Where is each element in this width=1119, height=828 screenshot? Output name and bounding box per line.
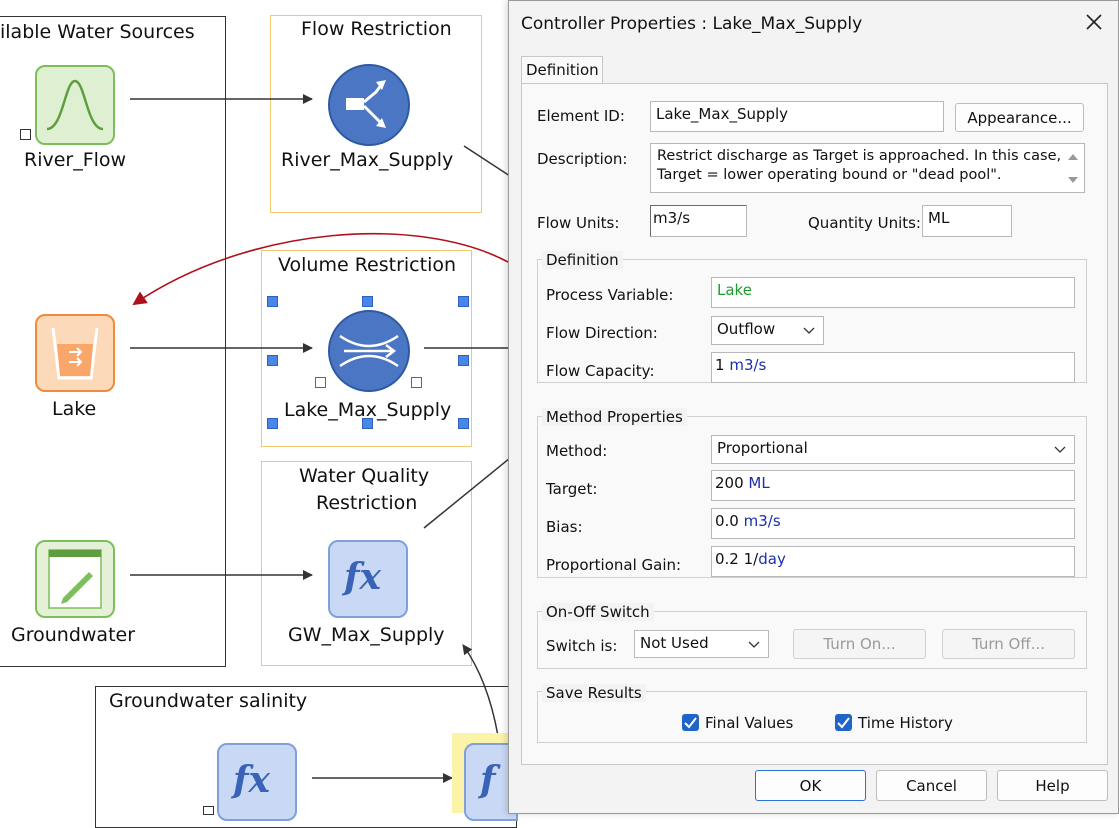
target-label: Target: xyxy=(546,480,598,498)
lake-icon[interactable] xyxy=(35,314,115,392)
target-unit: ML xyxy=(748,474,770,492)
flow-direction-select[interactable]: Outflow xyxy=(711,316,824,345)
groundwater-label: Groundwater xyxy=(11,624,136,646)
final-values-label: Final Values xyxy=(705,714,794,732)
selection-handle[interactable] xyxy=(267,418,278,429)
selection-handle[interactable] xyxy=(458,418,469,429)
flow-constrict-icon xyxy=(339,334,399,368)
selection-handle[interactable] xyxy=(315,377,326,388)
final-values-checkbox[interactable] xyxy=(682,714,699,731)
flow-units-label: Flow Units: xyxy=(537,214,620,232)
selection-handle[interactable] xyxy=(267,296,278,307)
salinity-function-icon[interactable]: fx xyxy=(217,743,297,821)
checkmark-icon xyxy=(837,717,850,729)
flow-capacity-label: Flow Capacity: xyxy=(546,362,655,380)
feedback-arrow-to-lake xyxy=(132,232,509,306)
river-max-supply-label: River_Max_Supply xyxy=(281,149,454,171)
description-label: Description: xyxy=(537,150,628,168)
flow-capacity-number: 1 xyxy=(715,356,725,374)
time-history-checkbox[interactable] xyxy=(835,714,852,731)
switch-is-label: Switch is: xyxy=(546,637,618,655)
flow-units-field[interactable]: m3/s xyxy=(650,205,747,237)
cancel-button[interactable]: Cancel xyxy=(876,770,987,801)
description-line-1: Restrict discharge as Target is approach… xyxy=(657,148,1062,164)
method-properties-title: Method Properties xyxy=(542,408,687,426)
gain-unit: day xyxy=(758,550,786,568)
fx-icon: f xyxy=(480,759,496,801)
bias-number: 0.0 xyxy=(715,512,739,530)
tab-definition-label: Definition xyxy=(526,61,599,79)
expand-marker-icon[interactable] xyxy=(20,129,31,140)
definition-group-title: Definition xyxy=(542,251,623,269)
arrow-gw-max-out xyxy=(423,457,511,529)
process-variable-field[interactable]: Lake xyxy=(711,277,1075,308)
proportional-gain-field[interactable]: 0.2 1/day xyxy=(711,546,1075,577)
method-select[interactable]: Proportional xyxy=(711,435,1075,464)
proportional-gain-label: Proportional Gain: xyxy=(546,556,682,574)
selection-handle[interactable] xyxy=(458,355,469,366)
ok-button[interactable]: OK xyxy=(755,770,866,801)
controller-properties-dialog[interactable]: Controller Properties : Lake_Max_Supply … xyxy=(508,0,1119,814)
on-off-switch-title: On-Off Switch xyxy=(542,603,654,621)
gw-max-supply-label: GW_Max_Supply xyxy=(288,624,445,646)
selection-handle[interactable] xyxy=(267,355,278,366)
switch-value: Not Used xyxy=(640,634,709,652)
scroll-arrows-icon[interactable] xyxy=(1062,144,1084,192)
dialog-title: Controller Properties : Lake_Max_Supply xyxy=(521,14,863,34)
time-history-label: Time History xyxy=(858,714,953,732)
quantity-units-field[interactable]: ML xyxy=(922,205,1012,237)
close-icon[interactable] xyxy=(1082,10,1106,34)
lake-max-supply-label: Lake_Max_Supply xyxy=(284,399,452,421)
description-line-2: Target = lower operating bound or "dead … xyxy=(657,167,1002,183)
chevron-down-icon xyxy=(748,641,760,648)
lake-label: Lake xyxy=(52,398,97,420)
save-results-title: Save Results xyxy=(542,684,646,702)
flow-direction-label: Flow Direction: xyxy=(546,324,658,342)
lake-max-supply-controller-icon[interactable] xyxy=(328,310,410,392)
chevron-down-icon xyxy=(1054,446,1066,453)
beaker-icon xyxy=(51,327,99,380)
selection-handle[interactable] xyxy=(362,296,373,307)
quantity-units-label: Quantity Units: xyxy=(808,214,921,232)
flow-capacity-field[interactable]: 1 m3/s xyxy=(711,352,1075,383)
method-value: Proportional xyxy=(717,439,808,457)
turn-off-button[interactable]: Turn Off... xyxy=(942,629,1075,659)
selection-handle[interactable] xyxy=(458,296,469,307)
bias-field[interactable]: 0.0 m3/s xyxy=(711,508,1075,539)
help-button[interactable]: Help xyxy=(997,770,1108,801)
chevron-down-icon xyxy=(803,327,815,334)
bias-label: Bias: xyxy=(546,518,583,536)
scrollbar[interactable] xyxy=(1062,144,1084,192)
gw-max-supply-function-icon[interactable]: fx xyxy=(328,540,408,618)
arrow-river-max-out xyxy=(463,145,511,177)
selection-handle[interactable] xyxy=(411,377,422,388)
river-flow-icon[interactable] xyxy=(35,65,115,145)
description-field[interactable]: Restrict discharge as Target is approach… xyxy=(650,143,1085,193)
river-max-supply-controller-icon[interactable] xyxy=(328,64,410,146)
river-flow-label: River_Flow xyxy=(24,149,127,171)
target-field[interactable]: 200 ML xyxy=(711,470,1075,501)
turn-on-button[interactable]: Turn On... xyxy=(793,629,926,659)
bias-unit: m3/s xyxy=(743,512,781,530)
groundwater-icon[interactable] xyxy=(35,540,115,618)
flow-direction-value: Outflow xyxy=(717,320,776,338)
switch-select[interactable]: Not Used xyxy=(634,630,769,658)
fx-icon: fx xyxy=(233,759,270,801)
gain-unit-prefix: 1/ xyxy=(743,550,759,568)
process-variable-label: Process Variable: xyxy=(546,286,674,304)
element-id-label: Element ID: xyxy=(537,107,625,125)
appearance-button[interactable]: Appearance... xyxy=(955,103,1084,132)
checkmark-icon xyxy=(684,717,697,729)
splitter-icon xyxy=(346,80,386,128)
method-label: Method: xyxy=(546,442,608,460)
flow-capacity-unit: m3/s xyxy=(729,356,767,374)
fx-icon: fx xyxy=(344,556,381,598)
target-number: 200 xyxy=(715,474,744,492)
bell-curve-icon xyxy=(46,79,104,131)
gain-number: 0.2 xyxy=(715,550,739,568)
expand-marker-icon[interactable] xyxy=(203,806,214,815)
data-pencil-icon xyxy=(48,549,102,609)
element-id-field[interactable]: Lake_Max_Supply xyxy=(650,101,944,132)
arrow-salinity-to-gw xyxy=(462,644,499,737)
